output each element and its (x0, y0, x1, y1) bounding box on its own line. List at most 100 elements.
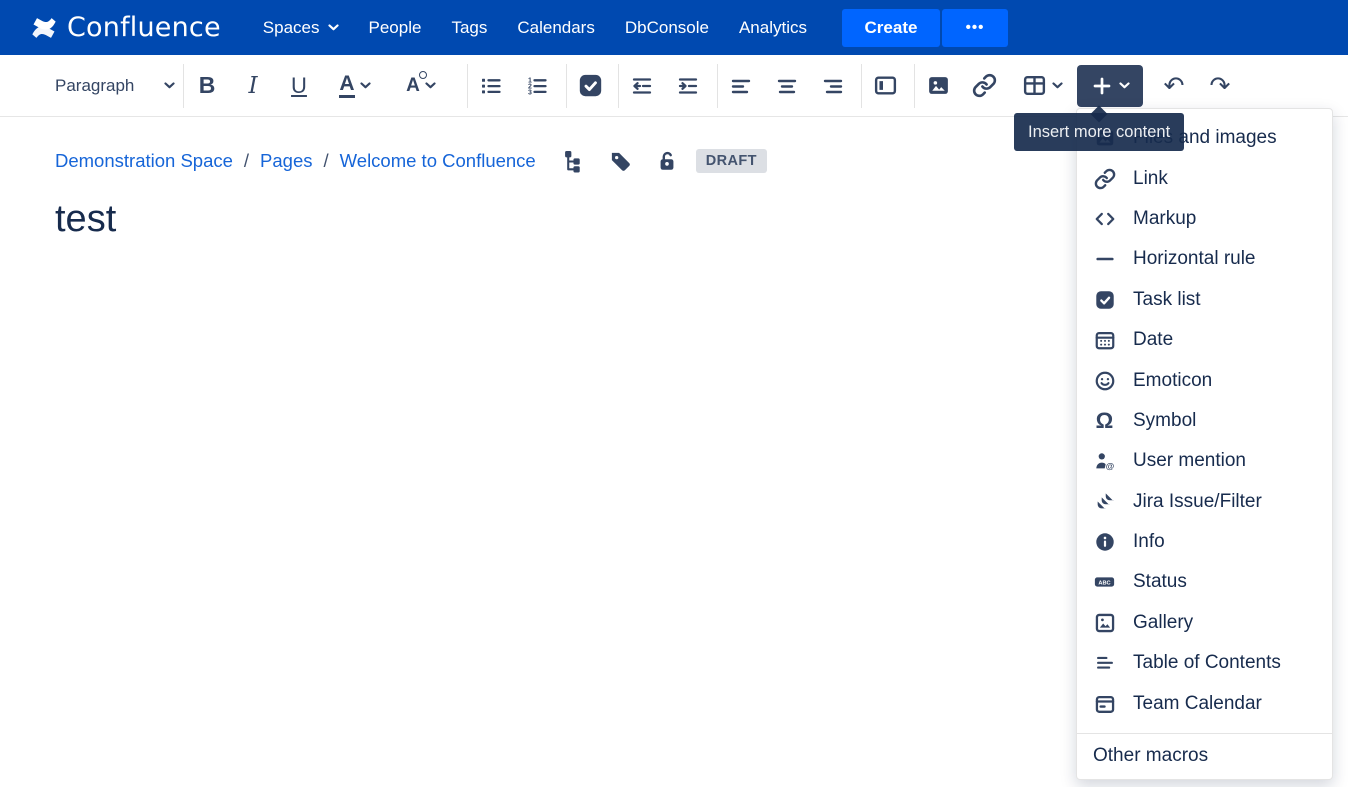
insert-menu-item-date[interactable]: Date (1077, 320, 1332, 360)
insert-menu-item-emoticon[interactable]: Emoticon (1077, 360, 1332, 400)
chevron-down-icon (1051, 82, 1063, 89)
insert-menu-item-info[interactable]: Info (1077, 522, 1332, 562)
text-color-button[interactable]: A (322, 65, 388, 107)
outdent-icon (632, 77, 652, 94)
breadcrumb-page-link[interactable]: Welcome to Confluence (340, 150, 536, 172)
user-mention-icon: @ (1093, 450, 1116, 473)
insert-menu-item-status[interactable]: ABC Status (1077, 562, 1332, 602)
insert-menu-item-jira-issue-filter[interactable]: Jira Issue/Filter (1077, 482, 1332, 522)
insert-menu-item-markup[interactable]: Markup (1077, 199, 1332, 239)
bold-button[interactable]: B (184, 65, 230, 107)
link-icon (1093, 167, 1116, 190)
paragraph-style-dropdown[interactable]: Paragraph (55, 76, 175, 96)
breadcrumb-pages-link[interactable]: Pages (260, 150, 312, 172)
insert-menu-item-user-mention[interactable]: @ User mention (1077, 441, 1332, 481)
breadcrumb-separator: / (243, 150, 250, 171)
nav-item-tags[interactable]: Tags (436, 0, 502, 55)
align-left-icon (731, 79, 751, 93)
chevron-down-icon (1119, 82, 1130, 89)
emoticon-smiley-icon (1093, 369, 1116, 392)
ellipsis-icon: ••• (965, 19, 985, 36)
insert-more-content-button[interactable] (1077, 64, 1143, 107)
table-of-contents-icon (1093, 652, 1116, 675)
insert-table-button[interactable] (1007, 65, 1077, 107)
insert-menu-item-link[interactable]: Link (1077, 158, 1332, 198)
italic-button[interactable]: I (230, 65, 276, 107)
chevron-down-icon (164, 82, 175, 89)
indent-icon (678, 77, 698, 94)
insert-menu-item-gallery[interactable]: Gallery (1077, 603, 1332, 643)
info-icon (1093, 531, 1116, 554)
text-color-icon: A (339, 72, 355, 99)
align-left-button[interactable] (718, 65, 764, 107)
undo-button[interactable]: ↶ (1151, 65, 1197, 107)
task-list-icon (579, 74, 601, 97)
outdent-button[interactable] (619, 65, 665, 107)
insert-menu-item-task-list[interactable]: Task list (1077, 280, 1332, 320)
page-layout-icon (874, 76, 896, 95)
jira-logo-icon (1093, 490, 1116, 513)
task-list-button[interactable] (567, 65, 613, 107)
align-right-button[interactable] (810, 65, 856, 107)
nav-item-people[interactable]: People (354, 0, 437, 55)
svg-text:@: @ (1105, 461, 1113, 471)
svg-text:3: 3 (528, 89, 532, 96)
status-lozenge-icon: ABC (1093, 571, 1116, 594)
insert-menu-item-team-calendar[interactable]: Team Calendar (1077, 683, 1332, 723)
insert-menu-item-table-of-contents[interactable]: Table of Contents (1077, 643, 1332, 683)
table-icon (1023, 75, 1045, 96)
nav-item-spaces[interactable]: Spaces (248, 0, 354, 55)
chevron-down-icon (327, 24, 339, 31)
align-center-button[interactable] (764, 65, 810, 107)
breadcrumb-space-link[interactable]: Demonstration Space (55, 150, 233, 172)
page-title[interactable]: test (55, 198, 116, 241)
brand-name: Confluence (67, 12, 221, 43)
align-right-icon (823, 79, 843, 93)
confluence-editor-page: Confluence Spaces People Tags Calendars … (0, 0, 1348, 787)
unlock-icon[interactable] (656, 150, 678, 173)
bullet-list-icon (482, 78, 501, 93)
calendar-date-icon (1093, 329, 1116, 352)
plus-icon (1093, 77, 1111, 94)
insert-link-button[interactable] (961, 65, 1007, 107)
insert-menu-item-horizontal-rule[interactable]: Horizontal rule (1077, 239, 1332, 279)
numbered-list-button[interactable]: 123 (514, 65, 560, 107)
gallery-icon (1093, 611, 1116, 634)
page-tree-icon[interactable] (564, 150, 585, 173)
nav-item-dbconsole[interactable]: DbConsole (610, 0, 724, 55)
create-button[interactable]: Create (842, 8, 940, 47)
page-meta-icons (564, 150, 678, 173)
nav-item-analytics[interactable]: Analytics (724, 0, 822, 55)
redo-button[interactable]: ↷ (1197, 65, 1243, 107)
image-icon (928, 77, 948, 94)
chevron-down-icon (425, 82, 436, 89)
bullet-list-button[interactable] (468, 65, 514, 107)
align-center-icon (777, 79, 797, 93)
header-more-button[interactable]: ••• (942, 8, 1008, 47)
more-text-styles-button[interactable]: A (388, 65, 454, 107)
insert-more-content-tooltip: Insert more content (1014, 113, 1185, 151)
task-list-icon (1093, 288, 1116, 311)
link-icon (972, 73, 996, 98)
more-text-styles-icon: A (406, 70, 427, 96)
nav-item-calendars[interactable]: Calendars (502, 0, 610, 55)
other-macros-item[interactable]: Other macros (1077, 732, 1332, 779)
svg-text:ABC: ABC (1098, 581, 1110, 587)
confluence-logo[interactable]: Confluence (30, 12, 221, 43)
undo-icon: ↶ (1163, 71, 1185, 100)
insert-more-content-menu: Files and images Link Markup Horizontal … (1076, 108, 1333, 780)
underline-button[interactable]: U (276, 65, 322, 107)
insert-image-button[interactable] (915, 65, 961, 107)
label-tag-icon[interactable] (609, 150, 632, 173)
confluence-logo-icon (32, 17, 56, 38)
indent-button[interactable] (665, 65, 711, 107)
team-calendar-icon (1093, 692, 1116, 715)
app-header: Confluence Spaces People Tags Calendars … (0, 0, 1348, 55)
code-markup-icon (1093, 207, 1116, 230)
page-layout-button[interactable] (862, 65, 908, 107)
insert-menu-item-symbol[interactable]: Ω Symbol (1077, 401, 1332, 441)
horizontal-rule-icon (1093, 248, 1116, 271)
redo-icon: ↷ (1209, 71, 1231, 100)
omega-symbol-icon: Ω (1095, 407, 1114, 433)
numbered-list-icon: 123 (528, 77, 547, 96)
